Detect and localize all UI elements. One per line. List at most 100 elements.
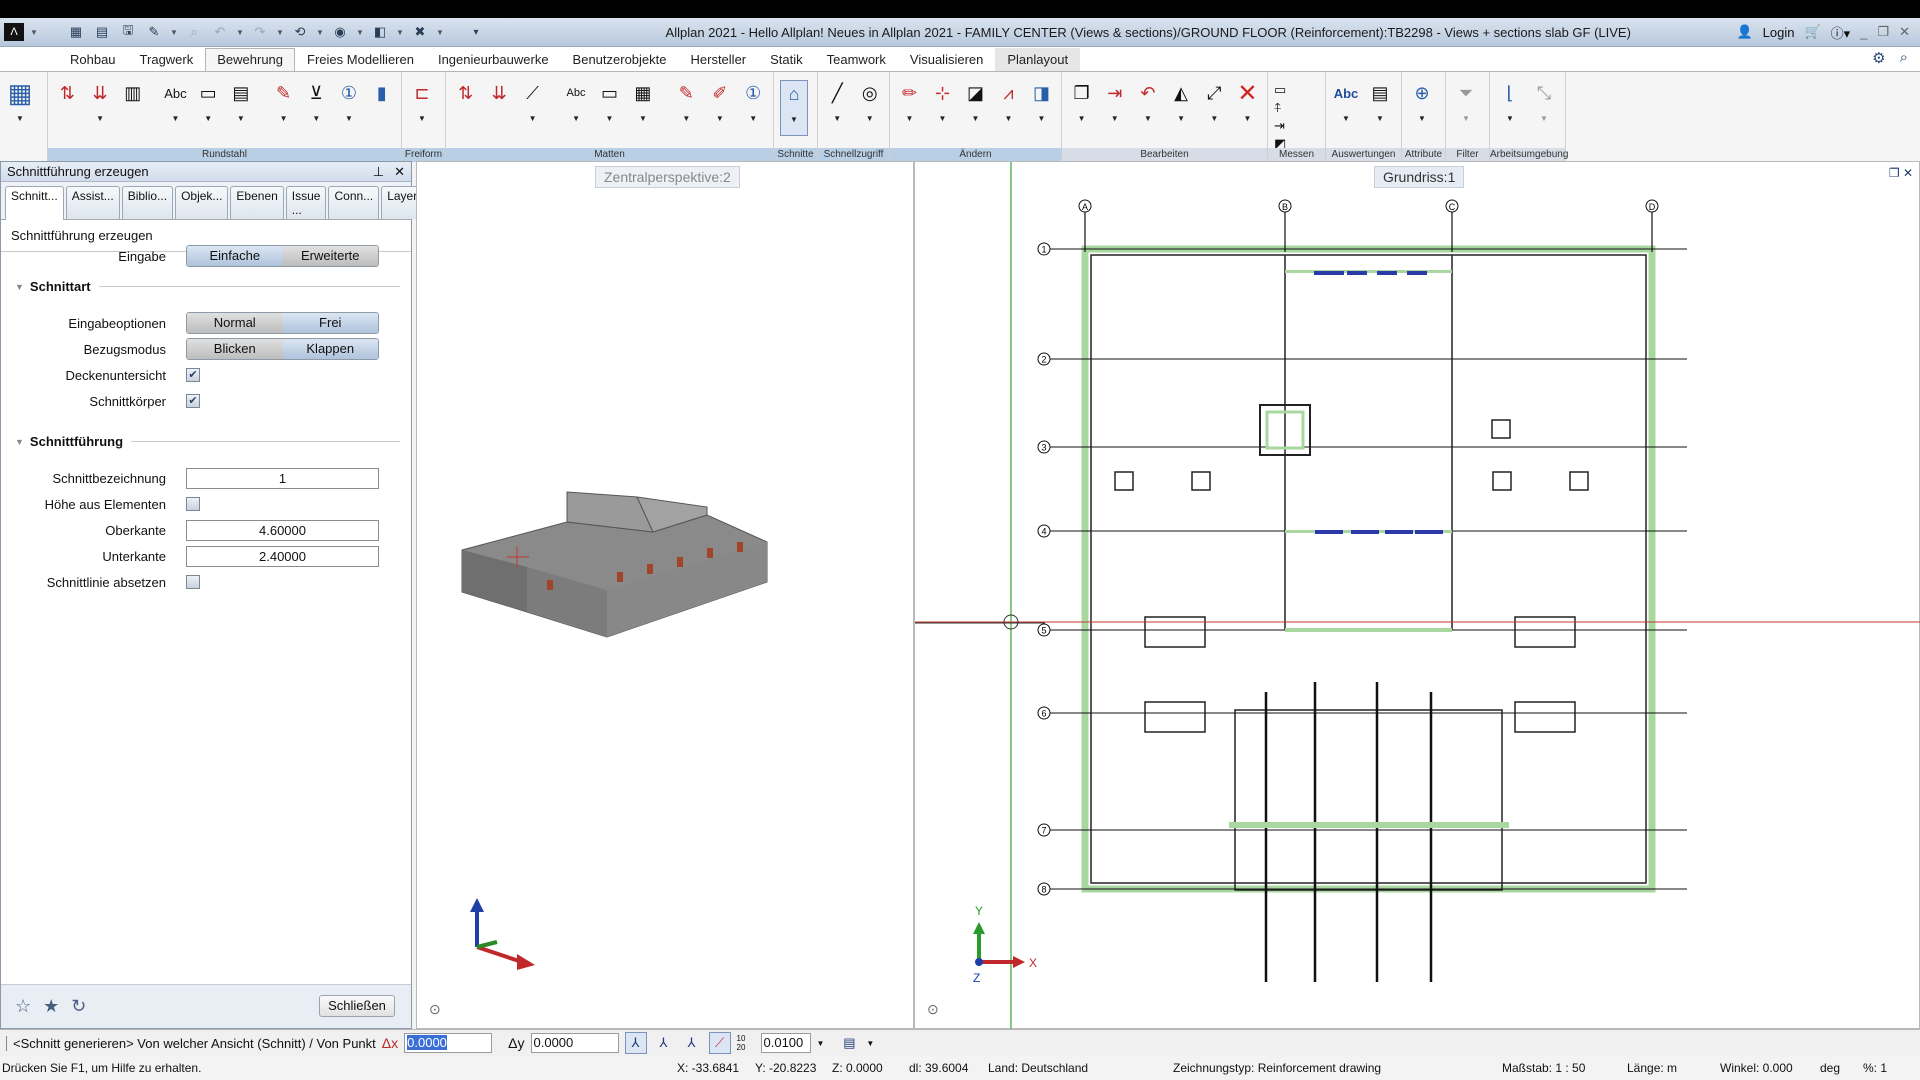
ribbon-button-report[interactable]: ▤ ▼ [1366, 80, 1394, 136]
ribbon-button-copy[interactable]: ❐ ▼ [1068, 80, 1095, 136]
minimize-button[interactable]: _ [1860, 25, 1867, 40]
ribbon-tab-teamwork[interactable]: Teamwork [815, 48, 898, 71]
ribbon-button-bar-place[interactable]: ⇊ ▼ [87, 80, 114, 136]
ribbon-button-attribute[interactable]: ⊕ ▼ [1408, 80, 1436, 136]
status-deg[interactable]: deg [1820, 1061, 1840, 1075]
panel-tab[interactable]: Assist... [65, 186, 120, 219]
save-icon[interactable]: 🖫 [118, 22, 138, 41]
ribbon-button-mesh-label[interactable]: Abc ▼ [562, 80, 589, 136]
ribbon-tab-hersteller[interactable]: Hersteller [679, 48, 759, 71]
option-frei[interactable]: Frei [282, 313, 378, 333]
help-icon[interactable]: ⓘ▾ [1831, 23, 1851, 42]
schnittkoerper-checkbox[interactable]: ✔ [186, 394, 200, 408]
chevron-down-icon[interactable]: ▼ [236, 28, 244, 37]
status-zeichnungstyp[interactable]: Zeichnungstyp: Reinforcement drawing [1173, 1061, 1381, 1075]
eingabe-option-einfache[interactable]: Einfache [187, 246, 283, 266]
ribbon-button-label[interactable]: Abc ▼ [162, 80, 189, 136]
snap-point-icon[interactable]: ⅄ [624, 1032, 647, 1054]
maximize-viewport-icon[interactable]: ❐ [1889, 166, 1900, 180]
ribbon-button-list[interactable]: ▤ ▼ [228, 80, 255, 136]
ribbon-button-report-text[interactable]: Abc ▼ [1332, 80, 1360, 136]
ribbon-button-section[interactable]: ⌂ ▼ [780, 80, 808, 136]
ribbon-button-mirror[interactable]: ◭ ▼ [1168, 80, 1195, 136]
ribbon-button-mesh-2[interactable]: ⇊ [485, 80, 512, 136]
ribbon-button-delete[interactable]: ✕ ▼ [1234, 80, 1261, 136]
ribbon-tab-planlayout[interactable]: Planlayout [995, 48, 1081, 71]
status-winkel[interactable]: Winkel: 0.000 [1720, 1061, 1793, 1075]
panel-tab[interactable]: Issue ... [285, 186, 327, 219]
panel-tab[interactable]: Schnitt... [5, 186, 64, 220]
input-mode-icon[interactable]: ▤ [838, 1032, 860, 1054]
chevron-down-icon[interactable]: ▼ [396, 28, 404, 37]
close-panel-icon[interactable]: ✕ [394, 164, 405, 179]
gear-icon[interactable]: ⚙ [1872, 49, 1885, 67]
zoom-icon[interactable]: ⌕ [184, 23, 204, 41]
dx-input[interactable]: 0.0000 [404, 1033, 493, 1053]
ribbon-button-scale[interactable]: ⤢ ▼ [1201, 80, 1228, 136]
oberkante-input[interactable]: 4.60000 [186, 519, 379, 541]
ribbon-button-freeform[interactable]: ⊏ ▼ [408, 80, 436, 136]
ribbon-button-dimension[interactable]: ▭ ▼ [195, 80, 222, 136]
eye-icon[interactable]: ◉ [330, 23, 350, 41]
ribbon-button-mesh-edit[interactable]: ✐ ▼ [706, 80, 733, 136]
ribbon-tab-ingenieurbauwerke[interactable]: Ingenieurbauwerke [426, 48, 561, 71]
panel-tab[interactable]: Ebenen [230, 186, 284, 219]
customize-icon[interactable]: ▾ [466, 23, 486, 41]
dy-input[interactable]: 0.0000 [530, 1033, 619, 1053]
ribbon-button-visibility[interactable]: ◎ ▼ [857, 80, 884, 136]
reset-icon[interactable]: ↻ [71, 996, 86, 1017]
option-klappen[interactable]: Klappen [282, 339, 378, 359]
ribbon-tab-rohbau[interactable]: Rohbau [58, 48, 128, 71]
pin-icon[interactable]: ⊥ [373, 164, 384, 179]
viewport-plan[interactable]: Grundriss:1 ❐ ✕ A B C D 1 2 3 4 5 6 7 8 Y X Z ⊙ [914, 161, 1920, 1030]
ribbon-tab-freies-modellieren[interactable]: Freies Modellieren [295, 48, 426, 71]
ribbon-tab-tragwerk[interactable]: Tragwerk [128, 48, 206, 71]
section-schnittart[interactable]: ▼ Schnittart [15, 279, 400, 294]
schnittbezeichnung-input[interactable]: 1 [186, 467, 379, 489]
refresh-icon[interactable]: ⟲ [290, 23, 310, 41]
ribbon-button-number[interactable]: ① ▼ [336, 80, 363, 136]
status-laenge[interactable]: Länge: m [1627, 1061, 1677, 1075]
ribbon-tab-benutzerobjekte[interactable]: Benutzerobjekte [561, 48, 679, 71]
snap-line-icon[interactable]: ⟋ [708, 1032, 731, 1054]
option-blicken[interactable]: Blicken [187, 339, 283, 359]
maximize-button[interactable]: ❐ [1877, 24, 1889, 40]
status-massstab[interactable]: Maßstab: 1 : 50 [1502, 1061, 1585, 1075]
ribbon-button-modify-bar[interactable]: ✎ ▼ [270, 80, 297, 136]
ribbon-button-mesh-1[interactable]: ⇅ [452, 80, 479, 136]
ribbon-button-mesh-dim[interactable]: ▭ ▼ [596, 80, 623, 136]
ribbon-button-mesh-number[interactable]: ① ▼ [740, 80, 767, 136]
ribbon-button-move[interactable]: ⇥ ▼ [1101, 80, 1128, 136]
chevron-down-icon[interactable]: ▼ [316, 28, 324, 37]
ribbon-button-format[interactable]: ◪ ▼ [962, 80, 989, 136]
ribbon-button-mesh-modify[interactable]: ✎ ▼ [673, 80, 700, 136]
chevron-down-icon[interactable]: ▼ [817, 1039, 825, 1048]
deckenuntersicht-checkbox[interactable]: ✔ [186, 368, 200, 382]
viewport-settings-icon[interactable]: ⊙ [429, 1001, 441, 1017]
ribbon-button-mesh-3[interactable]: ⟋ ▼ [519, 80, 546, 136]
snap-track-icon[interactable]: ⅄ [653, 1032, 675, 1054]
close-window-button[interactable]: ✕ [1899, 24, 1910, 40]
save-favorite-icon[interactable]: ★ [43, 996, 59, 1017]
ribbon-button-bar-edit[interactable]: ▮ [368, 80, 395, 136]
option-normal[interactable]: Normal [187, 313, 283, 333]
ribbon-button-view[interactable]: ▦ ▼ [6, 78, 34, 136]
chevron-down-icon[interactable]: ▼ [170, 28, 178, 37]
ribbon-tab-bewehrung[interactable]: Bewehrung [205, 48, 296, 71]
ribbon-button-bar-grid[interactable]: ▥ [119, 80, 146, 136]
absetzen-checkbox[interactable] [186, 575, 200, 589]
edit-icon[interactable]: ✎ [144, 23, 164, 41]
chevron-down-icon[interactable]: ▼ [276, 28, 284, 37]
ribbon-button-polyline[interactable]: ⩘ ▼ [995, 80, 1022, 136]
panel-tab[interactable]: Biblio... [121, 186, 174, 219]
cart-icon[interactable]: 🛒 [1804, 24, 1820, 40]
allplan-logo-icon[interactable]: Λ [4, 23, 24, 41]
measure-height-icon[interactable]: ⍏ [1274, 100, 1296, 116]
close-viewport-icon[interactable]: ✕ [1903, 166, 1913, 180]
ribbon-button-coordinate[interactable]: ⌊ ▼ [1496, 80, 1524, 136]
project-icon[interactable]: ▦ [66, 23, 86, 41]
tools-icon[interactable]: ✖ [410, 23, 430, 41]
eingabe-option-erweiterte[interactable]: Erweiterte [282, 246, 378, 266]
ribbon-button-stretch[interactable]: ◨ ▼ [1028, 80, 1055, 136]
snap-value-select[interactable]: 0.0100 [760, 1033, 811, 1053]
